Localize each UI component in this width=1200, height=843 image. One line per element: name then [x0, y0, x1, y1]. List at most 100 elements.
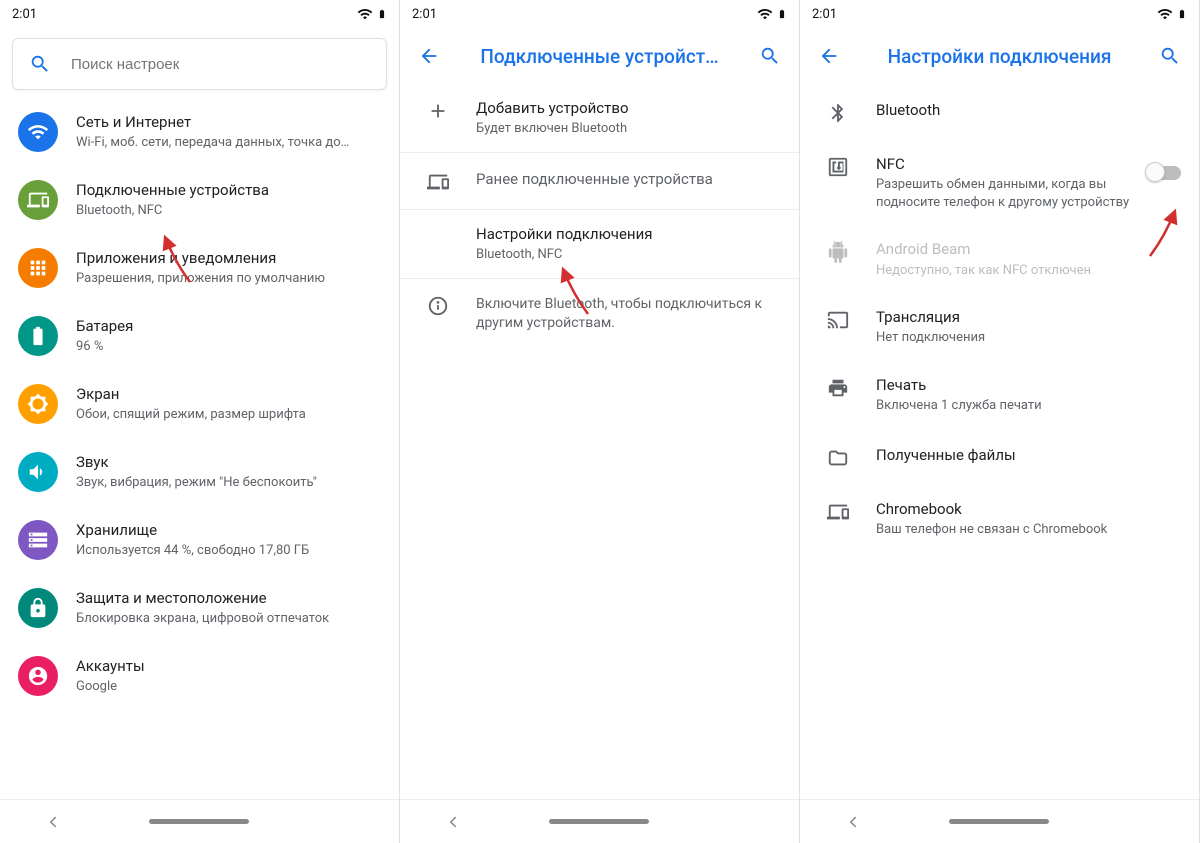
page-title: Подключенные устройст…	[448, 45, 751, 68]
item-title: Полученные файлы	[876, 445, 1181, 465]
app-bar: Подключенные устройст…	[400, 28, 799, 84]
connection-preferences[interactable]: Настройки подключения Bluetooth, NFC	[400, 210, 799, 278]
item-title: Chromebook	[876, 499, 1181, 519]
item-sub: Bluetooth, NFC	[76, 202, 381, 220]
app-bar: Настройки подключения	[800, 28, 1199, 84]
android-icon	[818, 239, 858, 263]
storage-icon	[18, 520, 58, 560]
nav-home-pill[interactable]	[949, 819, 1049, 824]
status-time: 2:01	[12, 7, 37, 22]
status-time: 2:01	[812, 7, 837, 22]
item-android-beam: Android Beam Недоступно, так как NFC отк…	[800, 225, 1199, 293]
wifi-icon	[757, 6, 773, 22]
item-cast[interactable]: Трансляция Нет подключения	[800, 293, 1199, 361]
item-display[interactable]: Экран Обои, спящий режим, размер шрифта	[0, 370, 399, 438]
cast-icon	[818, 307, 858, 331]
item-title: Сеть и Интернет	[76, 112, 381, 132]
search-icon	[29, 53, 51, 75]
back-button[interactable]	[410, 37, 448, 75]
item-battery[interactable]: Батарея 96 %	[0, 302, 399, 370]
search-button[interactable]	[751, 37, 789, 75]
settings-list: Сеть и Интернет Wi-Fi, моб. сети, переда…	[0, 98, 399, 799]
bluetooth-icon	[818, 100, 858, 124]
nav-bar	[0, 799, 399, 843]
item-nfc[interactable]: NFC Разрешить обмен данными, когда вы по…	[800, 140, 1199, 225]
wifi-icon	[357, 6, 373, 22]
nav-back-icon[interactable]	[44, 813, 62, 831]
item-sub: Используется 44 %, свободно 17,80 ГБ	[76, 542, 381, 560]
item-title: Защита и местоположение	[76, 588, 381, 608]
item-sub: 96 %	[76, 338, 381, 356]
item-title: Ранее подключенные устройства	[476, 169, 781, 189]
nav-home-pill[interactable]	[149, 819, 249, 824]
item-sub: Включена 1 служба печати	[876, 397, 1181, 415]
status-time: 2:01	[412, 7, 437, 22]
brightness-icon	[18, 384, 58, 424]
item-connected-devices[interactable]: Подключенные устройства Bluetooth, NFC	[0, 166, 399, 234]
page-title: Настройки подключения	[848, 45, 1151, 68]
status-bar: 2:01	[0, 0, 399, 28]
battery-icon	[18, 316, 58, 356]
battery-icon	[1177, 6, 1187, 22]
screen-connected-devices: 2:01 Подключенные устройст… Добавить уст…	[400, 0, 800, 843]
battery-icon	[377, 6, 387, 22]
add-icon	[418, 98, 458, 122]
nfc-icon	[818, 154, 858, 178]
item-title: Звук	[76, 452, 381, 472]
item-title: Bluetooth	[876, 100, 1181, 120]
item-chromebook[interactable]: Chromebook Ваш телефон не связан с Chrom…	[800, 485, 1199, 553]
info-msg: Включите Bluetooth, чтобы подключиться к…	[476, 295, 781, 334]
screen-settings-home: 2:01 Сеть и Интернет Wi-Fi, моб. сети, п…	[0, 0, 400, 843]
item-print[interactable]: Печать Включена 1 служба печати	[800, 361, 1199, 429]
print-icon	[818, 375, 858, 399]
item-sub: Недоступно, так как NFC отключен	[876, 262, 1181, 280]
item-title: NFC	[876, 154, 1139, 174]
nav-home-pill[interactable]	[549, 819, 649, 824]
item-sound[interactable]: Звук Звук, вибрация, режим "Не беспокоит…	[0, 438, 399, 506]
item-received-files[interactable]: Полученные файлы	[800, 429, 1199, 485]
search-input[interactable]	[71, 56, 370, 73]
item-sub: Google	[76, 678, 381, 696]
add-device[interactable]: Добавить устройство Будет включен Blueto…	[400, 84, 799, 152]
item-network[interactable]: Сеть и Интернет Wi-Fi, моб. сети, переда…	[0, 98, 399, 166]
item-sub: Обои, спящий режим, размер шрифта	[76, 406, 381, 424]
item-title: Батарея	[76, 316, 381, 336]
item-title: Android Beam	[876, 239, 1181, 259]
nfc-toggle[interactable]	[1147, 154, 1181, 180]
search-button[interactable]	[1151, 37, 1189, 75]
info-text: Включите Bluetooth, чтобы подключиться к…	[400, 279, 799, 350]
account-icon	[18, 656, 58, 696]
item-storage[interactable]: Хранилище Используется 44 %, свободно 17…	[0, 506, 399, 574]
nav-bar	[800, 799, 1199, 843]
item-sub: Блокировка экрана, цифровой отпечаток	[76, 610, 381, 628]
item-title: Подключенные устройства	[76, 180, 381, 200]
status-bar: 2:01	[400, 0, 799, 28]
item-sub: Звук, вибрация, режим "Не беспокоить"	[76, 474, 381, 492]
volume-icon	[18, 452, 58, 492]
previously-connected[interactable]: Ранее подключенные устройства	[400, 153, 799, 209]
lock-icon	[18, 588, 58, 628]
item-apps-notifications[interactable]: Приложения и уведомления Разрешения, при…	[0, 234, 399, 302]
nav-back-icon[interactable]	[844, 813, 862, 831]
nav-bar	[400, 799, 799, 843]
item-sub: Разрешения, приложения по умолчанию	[76, 270, 381, 288]
item-title: Аккаунты	[76, 656, 381, 676]
item-sub: Будет включен Bluetooth	[476, 120, 781, 138]
devices-icon	[18, 180, 58, 220]
back-button[interactable]	[810, 37, 848, 75]
item-title: Трансляция	[876, 307, 1181, 327]
item-accounts[interactable]: Аккаунты Google	[0, 642, 399, 710]
item-security[interactable]: Защита и местоположение Блокировка экран…	[0, 574, 399, 642]
search-settings[interactable]	[12, 38, 387, 90]
apps-icon	[18, 248, 58, 288]
screen-connection-prefs: 2:01 Настройки подключения Bluetooth	[800, 0, 1200, 843]
chromebook-icon	[818, 499, 858, 523]
item-title: Приложения и уведомления	[76, 248, 381, 268]
item-title: Настройки подключения	[476, 224, 781, 244]
item-sub: Разрешить обмен данными, когда вы поднос…	[876, 176, 1139, 211]
item-sub: Bluetooth, NFC	[476, 246, 781, 264]
folder-icon	[818, 445, 858, 469]
item-bluetooth[interactable]: Bluetooth	[800, 84, 1199, 140]
nav-back-icon[interactable]	[444, 813, 462, 831]
item-title: Экран	[76, 384, 381, 404]
